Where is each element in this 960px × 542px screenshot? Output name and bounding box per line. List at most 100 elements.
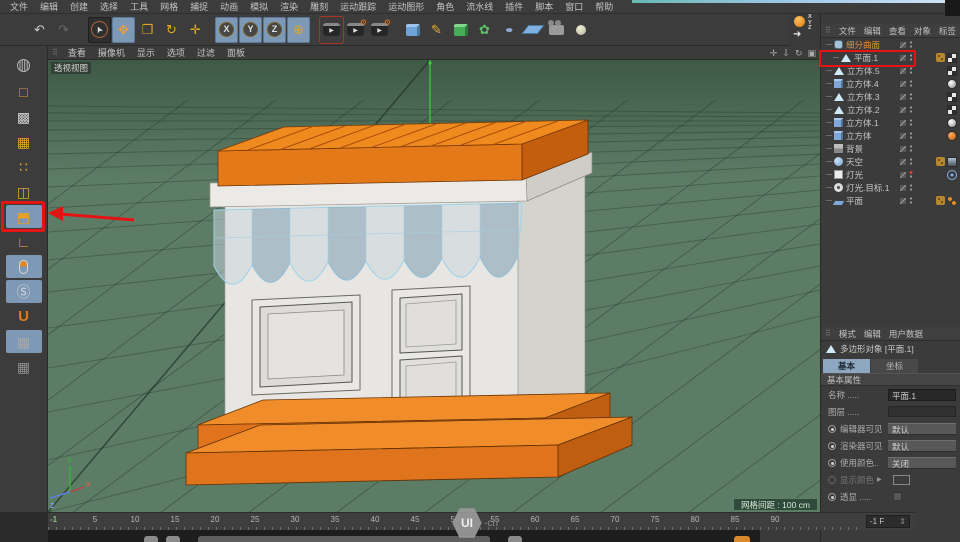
polygons-mode-button[interactable]: ⬒ — [6, 205, 42, 228]
slash-tag-icon[interactable] — [899, 184, 907, 192]
attribute-menu-item[interactable]: 用户数据 — [885, 328, 927, 340]
menubar-item[interactable]: 捕捉 — [184, 0, 214, 13]
menubar-item[interactable]: 帮助 — [589, 0, 619, 13]
radio-icon[interactable] — [828, 442, 836, 450]
viewport-menu-item[interactable]: 面板 — [221, 46, 251, 59]
object-row[interactable]: 立方体.1 — [821, 116, 960, 129]
object-row[interactable]: 细分曲面 — [821, 38, 960, 51]
menubar-item[interactable]: 网格 — [154, 0, 184, 13]
checker-thumb[interactable] — [947, 105, 957, 115]
coord-system-button[interactable]: ⊕ — [287, 17, 310, 43]
object-manager-menu-item[interactable]: 标签 — [935, 25, 960, 37]
render-settings-button[interactable]: ▶ — [368, 17, 391, 43]
radio-icon[interactable] — [828, 493, 836, 501]
make-editable-button[interactable]: ◍ — [6, 50, 42, 78]
light-button[interactable] — [569, 17, 592, 43]
odots-thumb[interactable] — [947, 196, 957, 206]
object-row[interactable]: 平面 — [821, 194, 960, 207]
checker-thumb[interactable] — [947, 92, 957, 102]
timeline-slider-cropped[interactable] — [198, 536, 490, 542]
workplane-mode-button[interactable]: ▦ — [6, 130, 42, 153]
radio-icon[interactable] — [828, 459, 836, 467]
texture-mode-button[interactable]: ▩ — [6, 105, 42, 128]
model-mode-button[interactable]: □ — [6, 80, 42, 103]
lock-workplane-button[interactable]: ▦ — [6, 330, 42, 353]
slash-tag-icon[interactable] — [899, 119, 907, 127]
redo-button[interactable]: ↷ — [52, 17, 75, 43]
menubar-item[interactable]: 编辑 — [34, 0, 64, 13]
menubar-item[interactable]: 创建 — [64, 0, 94, 13]
skythumb-thumb[interactable] — [947, 157, 957, 167]
lock-z-axis-button[interactable]: Z — [263, 17, 286, 43]
slash-tag-icon[interactable] — [899, 145, 907, 153]
object-row[interactable]: 灯光 — [821, 168, 960, 181]
menubar-item[interactable]: 流水线 — [460, 0, 499, 13]
whiteball-thumb[interactable] — [947, 118, 957, 128]
viewport[interactable]: ⠿查看摄像机显示选项过滤面板 ✛⇩↻▣ 透视视图 — [48, 46, 820, 512]
menubar-item[interactable]: 工具 — [124, 0, 154, 13]
object-row[interactable]: 背景 — [821, 142, 960, 155]
whiteball-thumb[interactable] — [947, 79, 957, 89]
current-frame-field[interactable]: -1 F ⇕ — [866, 515, 910, 528]
slash-tag-icon[interactable] — [899, 171, 907, 179]
move-tool-button[interactable]: ✥ — [112, 17, 135, 43]
scene-canvas[interactable]: Y Z X — [48, 60, 820, 512]
menubar-item[interactable]: 动画 — [214, 0, 244, 13]
slash-tag-icon[interactable] — [899, 132, 907, 140]
viewport-menu-item[interactable]: 选项 — [161, 46, 191, 59]
ctag-thumb[interactable] — [936, 196, 945, 205]
rotate-tool-button[interactable]: ↻ — [160, 17, 183, 43]
radio-icon[interactable] — [828, 425, 836, 433]
undo-button[interactable]: ↶ — [28, 17, 51, 43]
menubar-item[interactable]: 模拟 — [244, 0, 274, 13]
camera-button[interactable] — [545, 17, 568, 43]
floor-button[interactable] — [521, 17, 544, 43]
target-thumb[interactable] — [947, 170, 957, 180]
viewport-menu-item[interactable]: 过滤 — [191, 46, 221, 59]
menubar-item[interactable]: 脚本 — [529, 0, 559, 13]
color-swatch[interactable] — [893, 475, 910, 485]
ctag-thumb[interactable] — [936, 157, 945, 166]
object-row[interactable]: 立方体.4 — [821, 77, 960, 90]
checker-thumb[interactable] — [947, 66, 957, 76]
tab-基本[interactable]: 基本 — [823, 359, 870, 373]
lock-x-axis-button[interactable]: X — [215, 17, 238, 43]
menubar-item[interactable]: 选择 — [94, 0, 124, 13]
snap-button[interactable]: U — [6, 305, 42, 328]
stepper-icon[interactable]: ⇕ — [899, 517, 906, 526]
coordinates-widget[interactable]: XYZ ➜ — [793, 15, 827, 45]
viewport-menu-item[interactable]: 查看 — [62, 46, 92, 59]
viewport-menu-item[interactable]: 显示 — [131, 46, 161, 59]
dropdown-使用颜色..[interactable]: 关闭 — [888, 457, 956, 469]
menubar-item[interactable]: 雕刻 — [304, 0, 334, 13]
ctag-thumb[interactable] — [936, 53, 945, 62]
attribute-menu-item[interactable]: 编辑 — [860, 328, 885, 340]
object-row[interactable]: 立方体.2 — [821, 103, 960, 116]
object-row[interactable]: 立方体.5 — [821, 64, 960, 77]
object-row[interactable]: 天空 — [821, 155, 960, 168]
menubar-item[interactable]: 窗口 — [559, 0, 589, 13]
pen-spline-button[interactable]: ✎ — [425, 17, 448, 43]
lock-y-axis-button[interactable]: Y — [239, 17, 262, 43]
last-tool-button[interactable]: ✛ — [184, 17, 207, 43]
quantize-button[interactable]: ▦ — [6, 355, 42, 378]
points-mode-button[interactable]: ∷ — [6, 155, 42, 178]
layer-field[interactable] — [888, 406, 956, 417]
orangeball-thumb[interactable] — [947, 131, 957, 141]
checker-thumb[interactable] — [947, 53, 957, 63]
soft-selection-button[interactable]: Ⓢ — [6, 280, 42, 303]
attribute-menu-item[interactable]: 模式 — [835, 328, 860, 340]
edges-mode-button[interactable]: ◫ — [6, 180, 42, 203]
viewport-menu-item[interactable]: 摄像机 — [92, 46, 131, 59]
dropdown-编辑器可见[interactable]: 默认 — [888, 423, 956, 435]
expand-arrow-icon[interactable]: ▶ — [877, 476, 882, 483]
menubar-item[interactable]: 文件 — [4, 0, 34, 13]
object-row[interactable]: 立方体 — [821, 129, 960, 142]
subdivision-surface-button[interactable] — [449, 17, 472, 43]
add-cube-button[interactable] — [401, 17, 424, 43]
axis-mode-button[interactable]: ∟ — [6, 230, 42, 253]
render-view-button[interactable]: ▶ — [320, 17, 343, 43]
render-picture-viewer-button[interactable]: ▶ — [344, 17, 367, 43]
object-row[interactable]: 灯光.目标.1 — [821, 181, 960, 194]
slash-tag-icon[interactable] — [899, 158, 907, 166]
